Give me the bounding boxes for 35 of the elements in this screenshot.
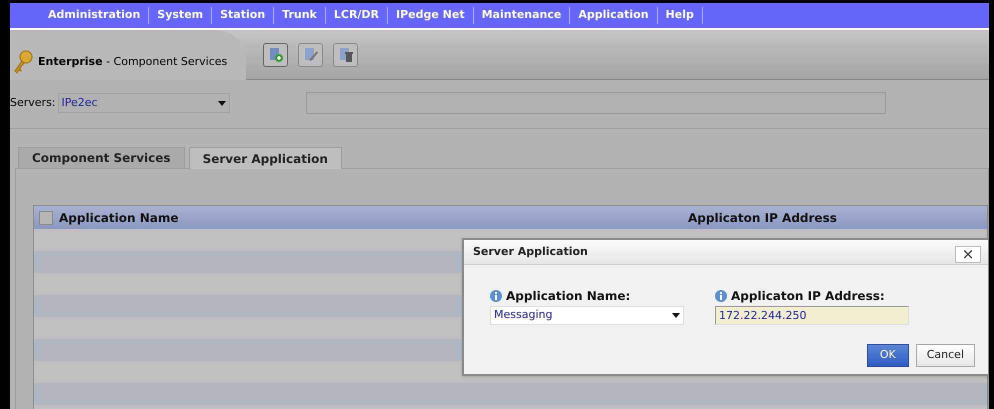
add-document-icon xyxy=(268,47,284,63)
dialog-button[interactable]: OK xyxy=(866,344,909,367)
menu-item[interactable]: Maintenance xyxy=(474,7,570,24)
info-icon xyxy=(490,290,502,302)
field-label: Application Name: xyxy=(506,288,630,305)
info-icon xyxy=(715,290,727,302)
tab[interactable]: Component Services xyxy=(18,147,185,169)
application-name-dropdown[interactable]: Messaging xyxy=(490,306,684,325)
menu-item[interactable]: Administration xyxy=(40,7,150,24)
servers-label: Servers: xyxy=(10,94,56,111)
menu-item[interactable]: IPedge Net xyxy=(388,7,474,24)
trash-document-icon xyxy=(338,47,354,63)
menu-item[interactable]: Trunk xyxy=(274,7,326,24)
add-document-button[interactable] xyxy=(263,43,288,67)
close-button[interactable]: × xyxy=(955,246,981,262)
menu-item[interactable]: Station xyxy=(212,7,274,24)
page-title: Enterprise - Component Services xyxy=(38,54,228,70)
tab[interactable]: Server Application xyxy=(188,147,342,169)
dropdown-caret-icon xyxy=(218,100,226,106)
ip-address-field[interactable]: 172.22.244.250 xyxy=(715,306,909,325)
key-icon xyxy=(12,50,34,74)
select-all-checkbox[interactable] xyxy=(39,210,53,224)
edit-document-icon xyxy=(302,47,318,63)
menu-item[interactable]: Help xyxy=(658,7,703,24)
edit-document-button[interactable] xyxy=(298,43,323,67)
dialog-button[interactable]: Cancel xyxy=(916,344,975,367)
dialog-title: Server Application xyxy=(473,244,588,260)
field-label: Applicaton IP Address: xyxy=(731,288,885,305)
column-header: Applicaton IP Address xyxy=(688,210,837,226)
menu-item[interactable]: System xyxy=(149,7,212,24)
servers-dropdown[interactable]: IPe2ec xyxy=(58,93,230,113)
column-header: Application Name xyxy=(59,210,180,226)
menu-item[interactable]: LCR/DR xyxy=(326,7,388,24)
delete-document-button[interactable] xyxy=(333,43,358,67)
menu-item[interactable]: Application xyxy=(570,7,658,24)
